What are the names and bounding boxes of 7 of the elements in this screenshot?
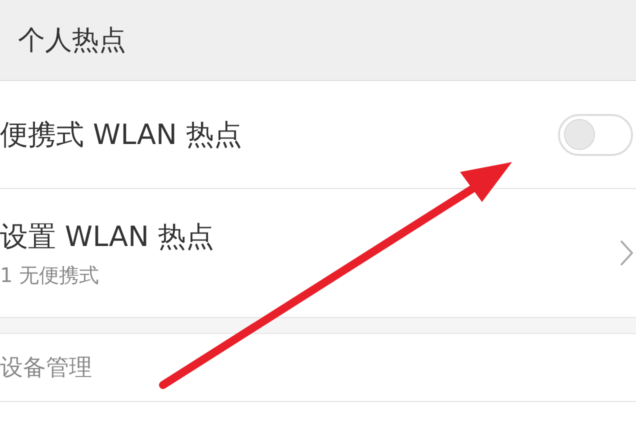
toggle-switch[interactable] <box>558 114 633 156</box>
page-title: 个人热点 <box>18 24 126 58</box>
row-title: 便携式 WLAN 热点 <box>0 116 243 152</box>
chevron-icon <box>620 240 633 266</box>
row-title[interactable]: 设备管理 <box>0 352 633 383</box>
row-title[interactable]: 设置 WLAN 热点 <box>0 218 620 256</box>
row-subtitle: 1 无便携式 <box>0 262 100 288</box>
